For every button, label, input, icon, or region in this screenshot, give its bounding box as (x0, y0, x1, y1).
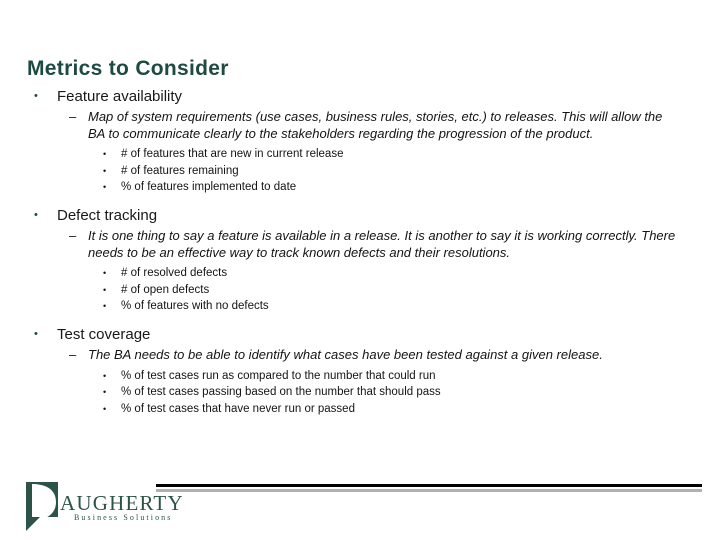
metric-heading: Feature availability (57, 88, 183, 105)
metric-list-item-label: # of features remaining (121, 164, 239, 177)
metric-list-item-label: % of features implemented to date (121, 180, 297, 193)
logo-tagline: Business Solutions (74, 513, 173, 522)
bullet-level3-icon: • (103, 149, 107, 160)
bullet-level3-icon: • (103, 371, 107, 382)
metric-description: It is one thing to say a feature is avai… (88, 228, 676, 260)
metric-description-row: – It is one thing to say a feature is av… (0, 228, 720, 261)
metric-section: • Defect tracking – It is one thing to s… (0, 207, 720, 314)
metric-list-item-label: # of open defects (121, 283, 210, 296)
bullet-level3-icon: • (103, 181, 107, 192)
metric-heading: Defect tracking (57, 207, 158, 225)
metric-description-row: – Map of system requirements (use cases,… (0, 109, 720, 142)
metric-section: • Test coverage – The BA needs to be abl… (0, 326, 720, 417)
metric-list-item-label: % of features with no defects (121, 300, 269, 313)
metric-list-item: • % of test cases run as compared to the… (0, 368, 720, 384)
metric-list: • % of test cases run as compared to the… (0, 368, 720, 417)
metric-list-item-label: % of test cases passing based on the num… (121, 386, 441, 399)
metric-list-item: • % of test cases passing based on the n… (0, 384, 720, 400)
metric-heading-row: • Feature availability (0, 88, 720, 106)
metric-list: • # of features that are new in current … (0, 146, 720, 195)
bullet-level3-icon: • (103, 268, 107, 279)
metric-list-item: • % of features implemented to date (0, 179, 720, 195)
bullet-level1-icon: • (34, 209, 38, 222)
metric-list-item-label: % of test cases run as compared to the n… (121, 370, 436, 383)
metric-list-item: • # of features that are new in current … (0, 146, 720, 162)
bullet-level1-icon: • (34, 328, 38, 341)
metric-section: • Feature availability – Map of system r… (0, 88, 720, 195)
metric-list-item-label: # of features that are new in current re… (121, 148, 344, 161)
bullet-level2-icon: – (69, 228, 77, 244)
metric-list-item-label: % of test cases that have never run or p… (121, 402, 355, 415)
bullet-level2-icon: – (69, 347, 77, 363)
bullet-level3-icon: • (103, 403, 107, 414)
bullet-level2-icon: – (69, 109, 77, 124)
metric-description: Map of system requirements (use cases, b… (88, 109, 663, 141)
bullet-level3-icon: • (103, 165, 107, 176)
metric-list: • # of resolved defects • # of open defe… (0, 265, 720, 314)
metric-list-item: • # of features remaining (0, 163, 720, 179)
metric-list-item: • % of test cases that have never run or… (0, 401, 720, 417)
metric-description: The BA needs to be able to identify what… (88, 347, 603, 363)
page-title: Metrics to Consider (27, 57, 229, 81)
metric-heading: Test coverage (57, 326, 151, 344)
footer-rule-secondary (156, 489, 702, 492)
metric-heading-row: • Defect tracking (0, 207, 720, 225)
bullet-level3-icon: • (103, 301, 107, 312)
metric-description-row: – The BA needs to be able to identify wh… (0, 347, 720, 364)
logo-wordmark: AUGHERTY (60, 491, 184, 515)
metric-heading-row: • Test coverage (0, 326, 720, 344)
slide-canvas: Metrics to Consider • Feature availabili… (0, 0, 720, 540)
metric-list-item: • # of resolved defects (0, 265, 720, 281)
footer-logo: AUGHERTY Business Solutions (26, 481, 183, 533)
bullet-level3-icon: • (103, 387, 107, 398)
bullet-level1-icon: • (34, 90, 38, 102)
metric-list-item: • # of open defects (0, 282, 720, 298)
footer-rule-primary (156, 484, 702, 487)
slide-body: • Feature availability – Map of system r… (0, 88, 720, 417)
metric-list-item: • % of features with no defects (0, 298, 720, 314)
metric-list-item-label: # of resolved defects (121, 267, 228, 280)
bullet-level3-icon: • (103, 284, 107, 295)
